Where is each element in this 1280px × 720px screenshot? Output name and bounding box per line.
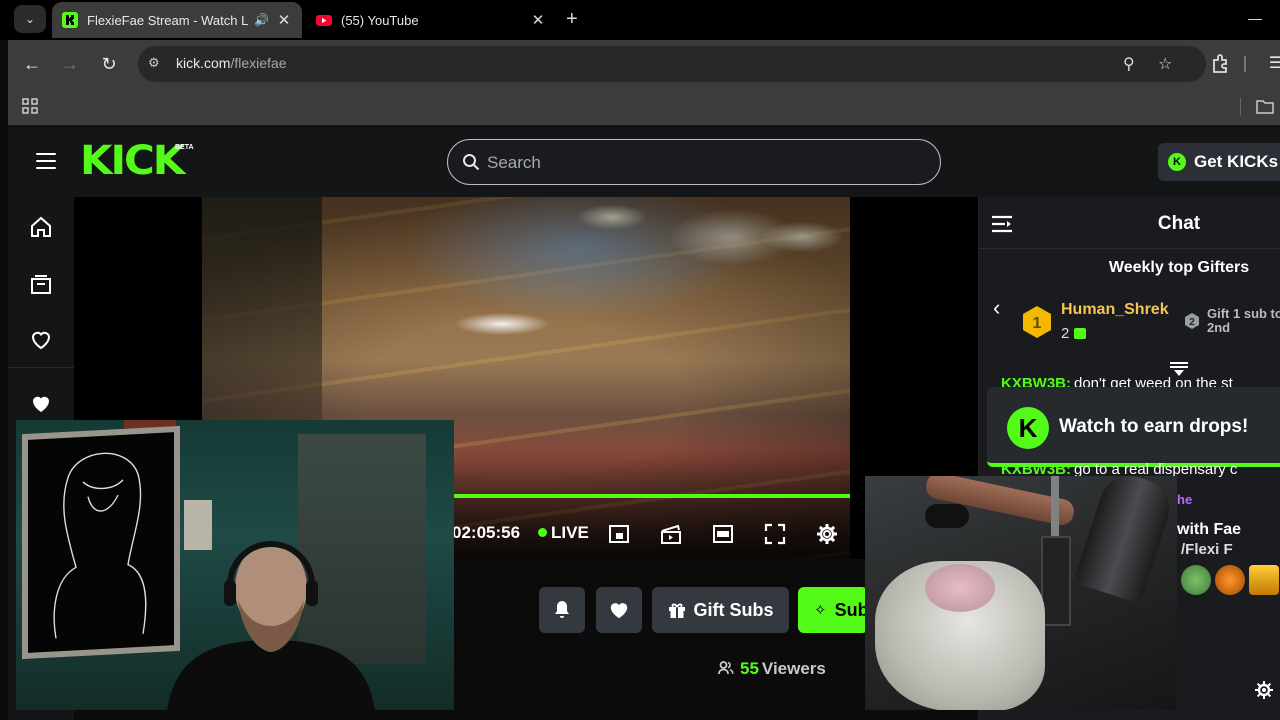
get-kicks-button[interactable]: K Get KICKs bbox=[1158, 143, 1280, 181]
live-indicator[interactable]: LIVE bbox=[538, 523, 589, 543]
back-button[interactable]: ← bbox=[20, 52, 44, 76]
subscribe-label: Sub bbox=[834, 599, 868, 620]
follow-button[interactable] bbox=[596, 587, 642, 633]
mic-clamp bbox=[1041, 536, 1071, 626]
streamer-silhouette bbox=[167, 541, 375, 710]
search-placeholder: Search bbox=[487, 153, 541, 172]
beta-badge: BETA bbox=[175, 144, 194, 151]
extensions-icon[interactable] bbox=[1210, 52, 1234, 76]
svg-text:2: 2 bbox=[1189, 317, 1195, 328]
desk-camera bbox=[865, 476, 1177, 710]
close-tab-icon[interactable]: ✕ bbox=[530, 11, 546, 29]
computer-mouse bbox=[925, 504, 969, 528]
live-dot-icon bbox=[538, 528, 547, 537]
top-gifter-count: 2 bbox=[1061, 325, 1087, 342]
browser-toolbar: ← → ↻ ⚙ kick.com/flexiefae ⚲ ☆ ☰ bbox=[8, 40, 1280, 88]
tab-title: FlexieFae Stream - Watch Live bbox=[87, 12, 248, 28]
forward-button[interactable]: → bbox=[58, 52, 82, 76]
timecode: 02:05:56 bbox=[452, 523, 521, 542]
toolbar-divider bbox=[1244, 56, 1246, 72]
fire-emote-icon bbox=[1215, 565, 1245, 595]
settings-gear-icon[interactable] bbox=[816, 523, 838, 545]
fat-emote-icon bbox=[1249, 565, 1279, 595]
kick-logo[interactable]: KICK bbox=[80, 141, 185, 181]
bookmark-star-icon[interactable]: ☆ bbox=[1158, 54, 1172, 74]
browser-tab-bar: ⌄ FlexieFae Stream - Watch Live 🔊 ✕ (55)… bbox=[0, 0, 1280, 40]
chat-title: Chat bbox=[1157, 213, 1201, 234]
reload-button[interactable]: ↻ bbox=[97, 52, 121, 76]
apps-grid-icon[interactable] bbox=[22, 98, 38, 114]
chevron-left-icon[interactable]: ‹ bbox=[993, 295, 1000, 321]
streamer-facecam bbox=[16, 420, 454, 710]
tab-title: (55) YouTube bbox=[341, 12, 419, 28]
mini-player-icon[interactable] bbox=[608, 523, 630, 545]
tab-flexiefae[interactable]: FlexieFae Stream - Watch Live 🔊 ✕ bbox=[52, 2, 302, 38]
kicks-coin-icon: K bbox=[1168, 153, 1186, 171]
new-tab-button[interactable]: + bbox=[566, 8, 578, 31]
chat-peek-text: with Fae bbox=[1177, 521, 1242, 538]
drops-banner[interactable]: K Watch to earn drops! bbox=[987, 387, 1280, 467]
viewer-count: 55 Viewers bbox=[718, 659, 826, 679]
chat-peek-username: he bbox=[1177, 492, 1193, 507]
wall-art-frame bbox=[22, 425, 180, 660]
search-input[interactable]: Search bbox=[447, 139, 941, 185]
menu-icon[interactable] bbox=[36, 153, 56, 169]
sidenav-divider bbox=[8, 367, 74, 368]
chat-header: Chat bbox=[979, 197, 1280, 249]
following-heart-icon[interactable] bbox=[29, 328, 53, 352]
rank-2-badge-icon: 2 bbox=[1185, 313, 1199, 329]
notifications-button[interactable] bbox=[539, 587, 585, 633]
url-text: kick.com/flexiefae bbox=[176, 55, 287, 71]
svg-text:1: 1 bbox=[1033, 315, 1042, 332]
line-art-portrait bbox=[53, 452, 147, 639]
viewers-icon bbox=[718, 661, 734, 675]
get-kicks-label: Get KICKs bbox=[1194, 152, 1279, 171]
bell-icon bbox=[555, 601, 569, 618]
close-tab-icon[interactable]: ✕ bbox=[276, 11, 292, 29]
site-info-icon[interactable]: ⚙ bbox=[148, 55, 166, 73]
bookmarks-bar bbox=[8, 88, 1280, 126]
tab-search-button[interactable]: ⌄ bbox=[14, 5, 46, 33]
subscribe-button[interactable]: ✧ Sub bbox=[798, 587, 868, 633]
bookmarks-divider bbox=[1240, 98, 1241, 116]
folder-icon[interactable] bbox=[1256, 98, 1274, 114]
home-icon[interactable] bbox=[29, 215, 53, 239]
fullscreen-icon[interactable] bbox=[764, 523, 786, 545]
speaker-icon[interactable]: 🔊 bbox=[254, 13, 270, 27]
rank-1-badge-icon: 1 bbox=[1023, 306, 1051, 338]
search-icon bbox=[463, 154, 480, 171]
weekly-gifters-title: Weekly top Gifters bbox=[1108, 259, 1250, 276]
clip-icon[interactable] bbox=[660, 523, 682, 545]
pink-cloth bbox=[925, 564, 995, 612]
reading-list-icon[interactable]: ☰ bbox=[1264, 52, 1280, 76]
top-gifter-name[interactable]: Human_Shrek bbox=[1061, 301, 1169, 319]
theater-mode-icon[interactable] bbox=[712, 523, 734, 545]
address-bar[interactable]: ⚙ kick.com/flexiefae ⚲ ☆ bbox=[138, 46, 1206, 82]
tab-youtube[interactable]: (55) YouTube ✕ bbox=[306, 2, 556, 38]
gift-subs-button[interactable]: Gift Subs bbox=[652, 587, 789, 633]
sparkle-icon: ✧ bbox=[814, 602, 827, 619]
heart-icon bbox=[610, 603, 628, 619]
chat-settings-icon[interactable] bbox=[1255, 681, 1273, 699]
pepe-emote-icon bbox=[1181, 565, 1211, 595]
browse-icon[interactable] bbox=[29, 272, 53, 296]
microphone bbox=[1073, 476, 1177, 604]
chat-peek-text-2: /Flexi F bbox=[1181, 541, 1233, 558]
minimize-window-button[interactable]: — bbox=[1248, 10, 1262, 26]
gift-prompt: Gift 1 sub to 2nd bbox=[1207, 306, 1280, 335]
followed-channels-heart-icon[interactable] bbox=[29, 392, 53, 416]
gift-subs-label: Gift Subs bbox=[693, 599, 774, 620]
youtube-favicon-icon bbox=[316, 15, 332, 26]
gift-icon bbox=[668, 603, 685, 618]
drops-banner-text: Watch to earn drops! bbox=[1059, 416, 1249, 437]
chat-emotes bbox=[1177, 565, 1280, 599]
kick-drops-icon: K bbox=[1007, 407, 1049, 449]
kick-favicon-icon bbox=[62, 12, 78, 28]
gift-count-icon bbox=[1074, 328, 1087, 339]
site-header: KICK BETA Search K Get KICKs bbox=[8, 127, 1280, 197]
zoom-icon[interactable]: ⚲ bbox=[1123, 54, 1135, 74]
